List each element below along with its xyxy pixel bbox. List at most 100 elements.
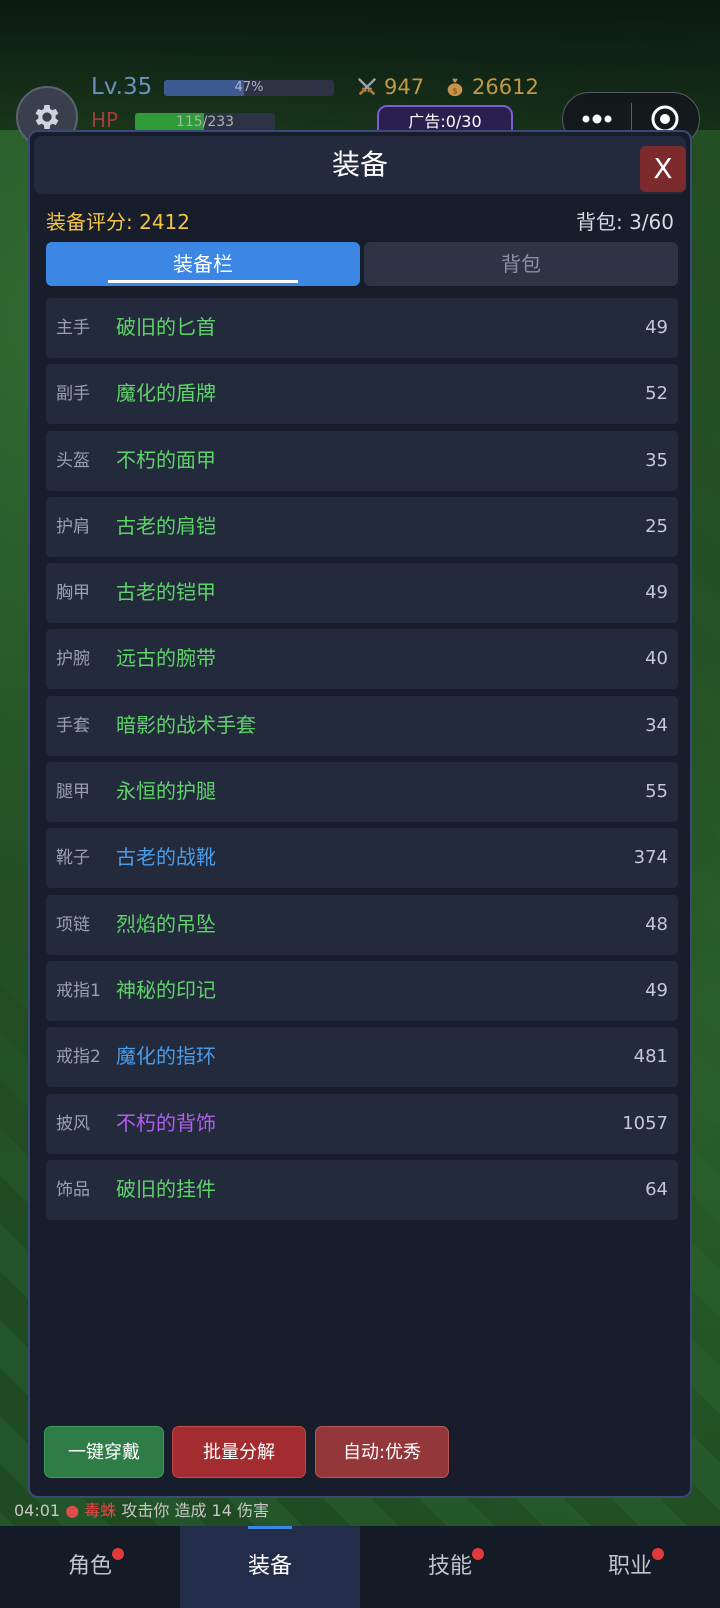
item-score: 40 [645, 648, 668, 670]
equipment-modal: 装备 X 装备评分: 2412 背包: 3/60 装备栏 背包 主手 破旧的匕首 4… [28, 130, 692, 1498]
nav-tab-label: 角色 [67, 1554, 112, 1579]
item-name: 破旧的匕首 [116, 315, 216, 339]
batch-salvage-button[interactable]: 批量分解 [172, 1426, 306, 1478]
item-name: 破旧的挂件 [116, 1176, 216, 1201]
slot-type: 靴子 [56, 848, 90, 869]
hp-bar: 115/233 [135, 113, 275, 131]
slot-type: 护腕 [56, 649, 90, 670]
slot-type: 戒指1 [56, 980, 101, 1001]
equipment-slot-row[interactable]: 主手 破旧的匕首 49 [46, 298, 678, 358]
item-score: 374 [633, 847, 668, 869]
item-score: 481 [633, 1046, 668, 1068]
equipment-slot-row[interactable]: 饰品 破旧的挂件 64 [46, 1159, 678, 1220]
item-score: 48 [645, 913, 668, 935]
slot-type: 戒指2 [56, 1047, 101, 1068]
equipment-slot-row[interactable]: 护肩 古老的肩铠 25 [46, 496, 678, 557]
item-score: 1057 [622, 1112, 668, 1134]
item-name: 永恒的护腿 [116, 779, 216, 804]
tab-equipment-slots[interactable]: 装备栏 [46, 242, 360, 286]
notification-dot [652, 1548, 664, 1560]
item-score: 64 [645, 1178, 668, 1200]
item-name: 古老的铠甲 [116, 580, 216, 605]
equipment-slot-row[interactable]: 戒指2 魔化的指环 481 [46, 1027, 678, 1088]
slot-type: 饰品 [56, 1179, 90, 1200]
item-name: 古老的肩铠 [116, 513, 216, 538]
xp-bar: 47% [164, 80, 334, 96]
slot-type: 头盔 [56, 450, 90, 471]
nav-tab-label: 技能 [427, 1554, 472, 1579]
item-score: 52 [645, 383, 668, 405]
nav-tab[interactable]: 角色 [0, 1526, 180, 1608]
more-dots-icon [582, 114, 612, 124]
equipment-slot-row[interactable]: 副手 魔化的盾牌 52 [46, 364, 678, 425]
equipment-slot-row[interactable]: 戒指1 神秘的印记 49 [46, 960, 678, 1021]
equipment-slot-row[interactable]: 披风 不朽的背饰 1057 [46, 1093, 678, 1154]
hp-value: 115/233 [175, 114, 235, 130]
gold-value: 26612 [472, 75, 539, 99]
attack-value: 947 [384, 75, 425, 99]
log-text: 攻击你 造成 14 伤害 [116, 1501, 269, 1520]
item-score: 49 [645, 979, 668, 1001]
equipment-slot-row[interactable]: 胸甲 古老的铠甲 49 [46, 563, 678, 624]
item-score: 25 [645, 515, 668, 537]
item-name: 魔化的指环 [116, 1044, 216, 1069]
item-name: 不朽的背饰 [116, 1110, 216, 1135]
item-name: 魔化的盾牌 [116, 381, 216, 406]
xp-percent: 47% [234, 80, 264, 95]
notification-dot [112, 1548, 124, 1560]
item-name: 暗影的战术手套 [116, 712, 256, 737]
item-name: 神秘的印记 [116, 977, 216, 1002]
auto-salvage-quality-button[interactable]: 自动:优秀 [315, 1426, 449, 1478]
tab-backpack[interactable]: 背包 [364, 242, 678, 286]
money-bag-icon: $ [447, 78, 463, 97]
slot-type: 护肩 [56, 516, 90, 537]
slot-type: 主手 [56, 318, 90, 338]
nav-tab[interactable]: 装备 [180, 1526, 360, 1608]
nav-tab[interactable]: 职业 [540, 1526, 720, 1608]
item-score: 55 [645, 781, 668, 803]
equipment-slot-list: 主手 破旧的匕首 49 副手 魔化的盾牌 52 头盔 不朽的面甲 35 护肩 古老的肩铠 25 胸甲 古老… [46, 298, 678, 1226]
item-score: 49 [645, 317, 668, 338]
modal-header: 装备 X [34, 136, 686, 194]
equipment-slot-row[interactable]: 腿甲 永恒的护腿 55 [46, 762, 678, 823]
slot-type: 腿甲 [56, 782, 90, 803]
crossed-swords-icon [357, 77, 377, 96]
score-label: 装备评分: [46, 210, 140, 234]
log-red-dot: ● [65, 1501, 80, 1520]
slot-type: 副手 [56, 384, 90, 405]
bottom-nav: 角色 装备 技能 职业 [0, 1526, 720, 1608]
item-name: 远古的腕带 [116, 646, 216, 671]
slot-type: 胸甲 [56, 583, 90, 604]
item-name: 烈焰的吊坠 [116, 911, 216, 936]
tab-label: 背包 [501, 252, 541, 276]
close-button[interactable]: X [640, 146, 686, 192]
item-score: 34 [645, 714, 668, 736]
log-monster: 毒蛛 [84, 1501, 117, 1520]
wear-all-button[interactable]: 一键穿戴 [44, 1426, 164, 1478]
log-time: 04:01 [14, 1501, 61, 1520]
equipment-slot-row[interactable]: 靴子 古老的战靴 374 [46, 828, 678, 889]
equipment-slot-row[interactable]: 护腕 远古的腕带 40 [46, 629, 678, 690]
tab-underline [108, 280, 298, 283]
equipment-slot-row[interactable]: 项链 烈焰的吊坠 48 [46, 894, 678, 955]
nav-tab-label: 职业 [607, 1554, 652, 1579]
slot-type: 披风 [56, 1113, 90, 1134]
nav-tab[interactable]: 技能 [360, 1526, 540, 1608]
gold-stat: $ 26612 [444, 75, 539, 99]
player-level: Lv.35 [91, 74, 153, 100]
equipment-slot-row[interactable]: 头盔 不朽的面甲 35 [46, 430, 678, 491]
tab-label: 装备栏 [173, 252, 233, 276]
item-score: 49 [645, 582, 668, 604]
slot-type: 手套 [56, 715, 90, 736]
modal-title: 装备 [331, 148, 388, 181]
equipment-score: 装备评分: 2412 [46, 206, 190, 235]
slot-type: 项链 [56, 914, 90, 935]
item-name: 古老的战靴 [116, 845, 216, 870]
bag-capacity: 背包: 3/60 [575, 210, 674, 234]
combat-log-line: 04:01 ● 毒蛛 攻击你 造成 14 伤害 [14, 1497, 269, 1521]
notification-dot [472, 1548, 484, 1560]
equipment-slot-row[interactable]: 手套 暗影的战术手套 34 [46, 695, 678, 756]
item-name: 不朽的面甲 [116, 447, 216, 472]
svg-text:$: $ [452, 85, 457, 95]
score-value: 2412 [139, 210, 191, 234]
